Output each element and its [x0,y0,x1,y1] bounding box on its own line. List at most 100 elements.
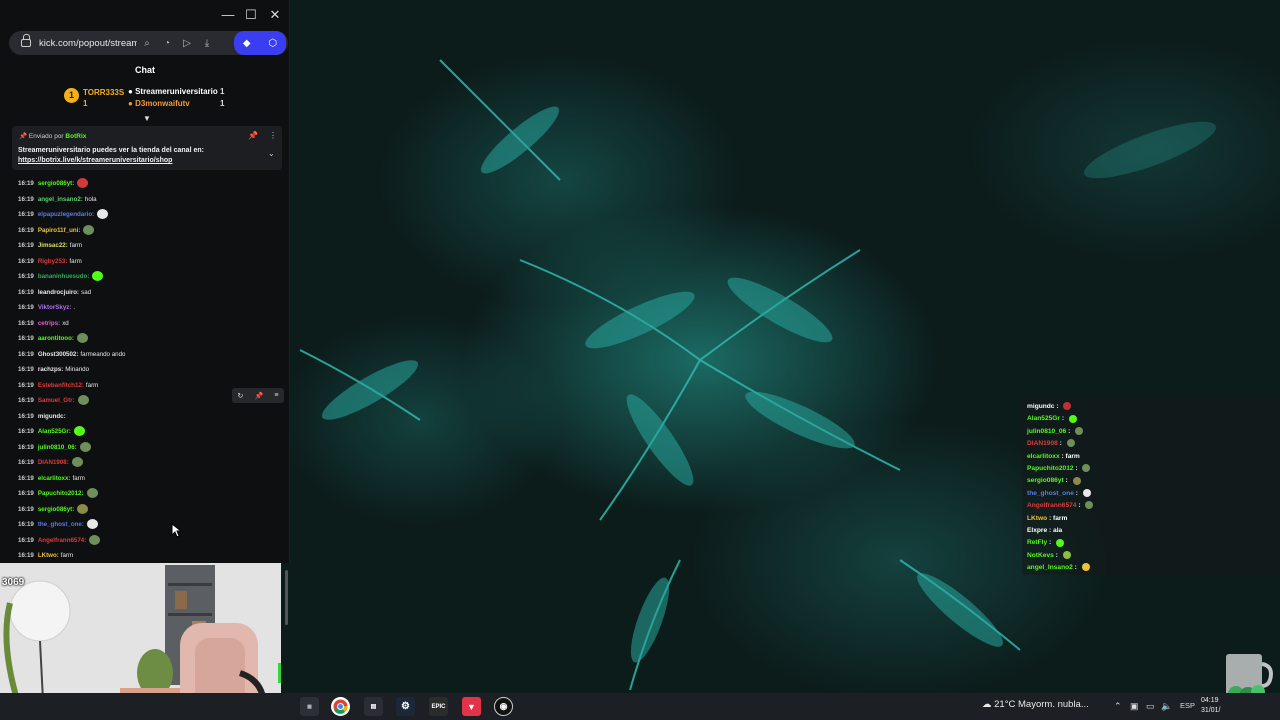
pin-message-icon[interactable]: 📌 [255,392,264,400]
chat-message[interactable]: 16:19 cetrips: xd [18,318,69,330]
language-indicator[interactable]: ESP [1180,701,1195,710]
menu-icon[interactable]: ≡ [274,392,278,399]
message-username[interactable]: sergio086yt: [38,506,74,513]
volume-icon[interactable]: 🔈 [1161,701,1172,712]
message-timestamp: 16:19 [18,211,34,218]
chat-message[interactable]: 16:19 DIAN1908: [18,457,83,469]
message-username[interactable]: ViktorSkyz: [38,304,72,311]
message-username[interactable]: DIAN1908: [38,459,69,466]
message-username[interactable]: Angelfrann6574: [38,537,86,544]
message-username[interactable]: Samuel_Gtr: [38,397,75,404]
message-username[interactable]: the_ghost_one: [38,521,84,528]
chat-message[interactable]: 16:19 Papuchito2012: [18,488,98,500]
chat-message[interactable]: 16:19 bananinhuesudo: [18,271,104,283]
chat-message[interactable]: 16:19 Rigby253: farm [18,256,82,268]
more-options-icon[interactable]: ⋮ [269,131,277,140]
overlay-username: julin0810_06 [1027,427,1067,435]
app-red-icon[interactable]: ▼ [462,697,481,716]
chat-message[interactable]: 16:19 angel_insano2: hola [18,194,97,206]
shield-icon[interactable]: ◔ [157,38,177,49]
extension-diamond-icon[interactable]: ◆ [243,38,251,49]
bot-name[interactable]: BotRix [65,133,86,140]
chat-message-list[interactable]: 16:19 sergio086yt: 16:19 angel_insano2: hola… [0,178,290,563]
network-icon[interactable]: ▭ [1146,701,1155,712]
message-username[interactable]: Papuchito2012: [38,490,84,497]
tray-chevron-icon[interactable]: ⌃ [1114,701,1122,712]
message-username[interactable]: rachzps: [38,366,63,373]
epic-icon[interactable]: EPIC [429,697,448,716]
search-icon[interactable]: ⌕ [137,38,157,49]
message-username[interactable]: LKtwo: [38,552,59,559]
message-username[interactable]: bananinhuesudo: [38,273,90,280]
chat-message[interactable]: 16:19 Papiro11f_uni: [18,224,95,237]
chrome-icon[interactable] [331,697,350,716]
message-username[interactable]: sergio086yt: [38,180,74,187]
chat-message[interactable]: 16:19 Jimsac22: farm [18,240,82,252]
chat-message[interactable]: 16:19 Alan525Gr: [18,426,85,438]
steam-icon[interactable]: ⚙ [396,697,415,716]
overlay-separator: : [1073,489,1080,497]
collapse-chevron-icon[interactable]: ⌄ [268,149,275,158]
message-text: farm [72,474,85,482]
chat-message[interactable]: 16:19 sergio086yt: [18,178,89,190]
extension-cube-icon[interactable]: ⬡ [268,38,277,49]
leader-user[interactable]: TORR333S [83,88,124,97]
chat-message[interactable]: 16:19 Ghost300502: farmeando ando [18,349,126,361]
message-username[interactable]: cetrips: [38,320,60,327]
chat-message[interactable]: 16:19 leandrocjuiro: sad [18,287,91,299]
message-username[interactable]: leandrocjuiro: [38,289,79,296]
download-icon[interactable]: ⤓ [197,38,217,49]
extensions-pill[interactable]: ◆ ⬡ [234,31,286,55]
files-icon[interactable]: ▤ [364,697,383,716]
weather-widget[interactable]: ☁ 21°C Mayorm. nubla... [982,699,1089,710]
chat-message[interactable]: 16:19 sergio086yt: [18,503,89,516]
chat-message[interactable]: 16:19 rachzps: Minando [18,364,89,376]
minimize-button[interactable]: — [218,6,238,24]
message-username[interactable]: angel_insano2: [38,196,83,203]
leader-user-2[interactable]: ● Streameruniversitario [128,87,218,96]
chat-message[interactable]: 16:19 migundc: [18,411,66,423]
chat-message[interactable]: 16:19 LKtwo: farm [18,550,73,562]
chat-message[interactable]: 16:19 ViktorSkyz:. [18,302,75,314]
clock-time: 04:19 [1201,697,1219,704]
close-button[interactable]: ✕ [265,6,285,24]
maximize-button[interactable]: ☐ [241,6,261,24]
chat-message[interactable]: 16:19 the_ghost_one: [18,519,98,531]
chat-message[interactable]: 16:19 julin0810_06: [18,441,91,454]
message-username[interactable]: Estebanfitch12: [38,382,84,389]
message-username[interactable]: Papiro11f_uni: [38,227,81,234]
chat-message[interactable]: 16:19 Angelfrann6574: [18,534,101,547]
message-username[interactable]: elcarlitoxx: [38,475,71,482]
leader-count-3: 1 [220,99,225,108]
chat-message[interactable]: 16:19 elcarlitoxx: farm [18,473,85,485]
chat-message[interactable]: 16:19 aarontitooo: [18,333,88,345]
reply-icon[interactable]: ↻ [238,392,244,400]
message-username[interactable]: Jimsac22: [38,242,68,249]
chat-message[interactable]: 16:19 Estebanfitch12: farm [18,380,98,392]
message-text: farm [85,381,99,389]
message-username[interactable]: julin0810_06: [38,444,77,451]
expand-leaderboard-icon[interactable]: ▼ [143,114,151,123]
pinned-link[interactable]: https://botrix.live/k/streameruniversita… [18,157,172,164]
message-username[interactable]: aarontitooo: [38,335,74,342]
message-timestamp: 16:19 [18,521,34,528]
tray-app-icon[interactable]: ▣ [1130,701,1139,712]
message-username[interactable]: Rigby253: [38,258,68,265]
pin-icon[interactable]: 📌 [248,131,258,140]
address-bar[interactable]: kick.com/popout/streame ⌕ ◔ ▷ ⤓ ◆ ⬡ [9,31,288,55]
system-clock[interactable]: 04:19 31/01/ [1201,696,1220,716]
taskbar-app-small-icon[interactable]: ▦ [300,697,319,716]
overlay-text: ala [1053,527,1063,534]
chat-scrollbar[interactable] [285,570,288,625]
message-username[interactable]: Ghost300502: [38,351,79,358]
url-text[interactable]: kick.com/popout/streame [39,38,137,49]
chat-message[interactable]: 16:19 elpapuzlegendario: [18,209,109,221]
message-username[interactable]: migundc: [38,413,66,420]
overlay-text: farm [1053,514,1068,522]
message-username[interactable]: Alan525Gr: [38,428,71,435]
leader-user-3[interactable]: ● D3monwaifutv [128,99,190,108]
play-icon[interactable]: ▷ [177,38,197,49]
chat-message[interactable]: 16:19 Samuel_Gtr: [18,395,89,407]
obs-icon[interactable]: ◉ [494,697,513,716]
message-username[interactable]: elpapuzlegendario: [38,211,94,218]
